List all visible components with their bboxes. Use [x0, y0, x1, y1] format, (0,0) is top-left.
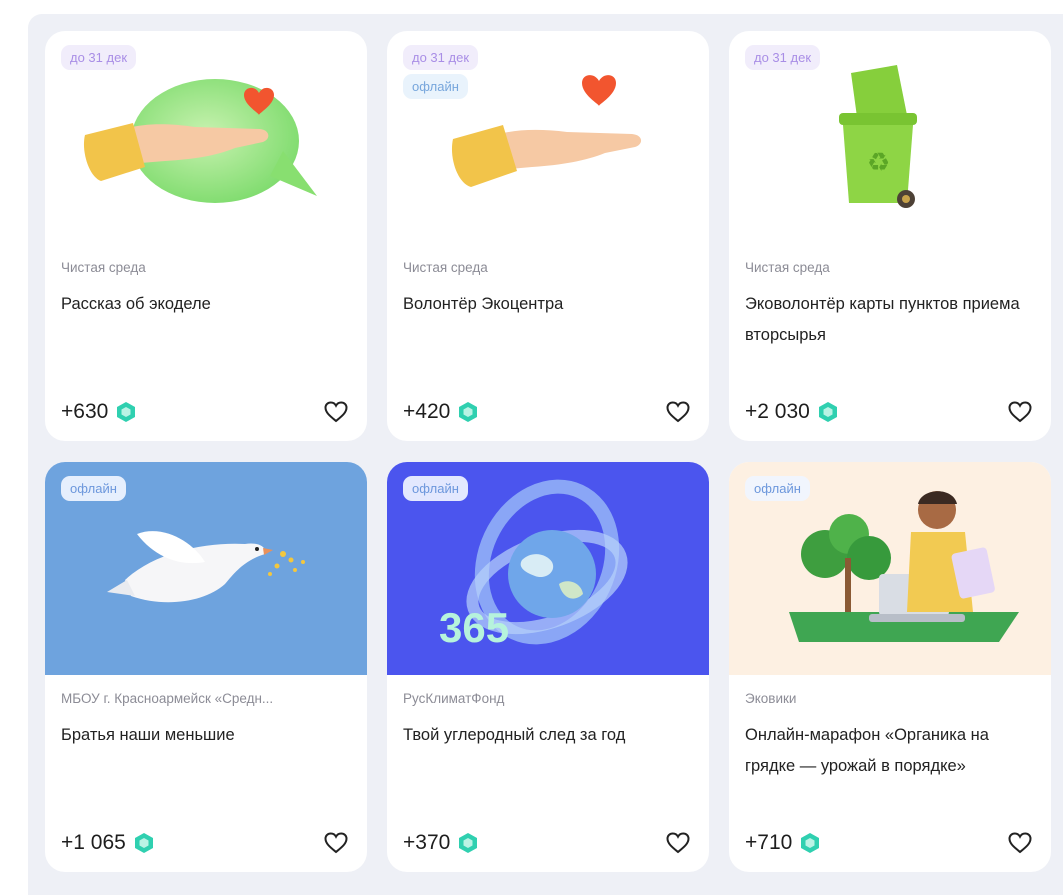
heart-favorite-icon[interactable]	[665, 830, 691, 856]
card-image: офлайн	[45, 462, 367, 675]
heart-favorite-icon[interactable]	[1007, 399, 1033, 425]
points-value: +710	[745, 831, 793, 854]
offline-badge: офлайн	[745, 476, 810, 501]
offline-badge: офлайн	[403, 476, 468, 501]
card-title: Рассказ об экоделе	[61, 295, 211, 313]
activity-card[interactable]: до 31 дек Чистая среда Рассказ об экодел…	[45, 31, 367, 441]
card-organization: МБОУ г. Красноармейск «Средн...	[61, 691, 274, 706]
card-points: +370	[403, 831, 479, 855]
points-value: +630	[61, 400, 109, 423]
card-title: Эковолонтёр карты пунктов приема вторсыр…	[745, 295, 1020, 344]
activity-card[interactable]: офлайн Эковики Онлайн-марафон «Органика …	[729, 462, 1051, 872]
card-image: ♻ до 31 дек	[729, 31, 1051, 244]
card-organization: Эковики	[745, 691, 797, 706]
deadline-badge: до 31 дек	[403, 45, 479, 70]
card-image: до 31 дек	[45, 31, 367, 244]
gem-icon	[117, 402, 136, 422]
activity-card[interactable]: до 31 дек офлайн Чистая среда Волонтёр Э…	[387, 31, 709, 441]
points-value: +1 065	[61, 831, 126, 854]
offline-badge: офлайн	[61, 476, 126, 501]
card-points: +2 030	[745, 400, 839, 424]
card-points: +420	[403, 400, 479, 424]
points-value: +2 030	[745, 400, 810, 423]
activity-card[interactable]: ♻ до 31 дек Чистая среда Эковолонтёр кар…	[729, 31, 1051, 441]
gem-icon	[459, 833, 478, 853]
gem-icon	[801, 833, 820, 853]
offline-badge: офлайн	[403, 74, 468, 99]
gem-icon	[134, 833, 153, 853]
deadline-badge: до 31 дек	[61, 45, 137, 70]
heart-favorite-icon[interactable]	[1007, 830, 1033, 856]
svg-text:♻: ♻	[867, 148, 890, 178]
gem-icon	[459, 402, 478, 422]
card-points: +630	[61, 400, 137, 424]
heart-favorite-icon[interactable]	[323, 399, 349, 425]
card-points: +710	[745, 831, 821, 855]
card-organization: РусКлиматФонд	[403, 691, 505, 706]
image-365-text: 365	[439, 604, 509, 651]
card-image: до 31 дек офлайн	[387, 31, 709, 244]
card-title: Братья наши меньшие	[61, 726, 235, 744]
card-title: Твой углеродный след за год	[403, 726, 626, 744]
card-organization: Чистая среда	[61, 260, 146, 275]
points-value: +370	[403, 831, 451, 854]
heart-favorite-icon[interactable]	[665, 399, 691, 425]
card-organization: Чистая среда	[403, 260, 488, 275]
card-image: 365 офлайн	[387, 462, 709, 675]
card-organization: Чистая среда	[745, 260, 830, 275]
activity-card[interactable]: офлайн МБОУ г. Красноармейск «Средн... Б…	[45, 462, 367, 872]
heart-favorite-icon[interactable]	[323, 830, 349, 856]
activity-card[interactable]: 365 офлайн РусКлиматФонд Твой углеродный…	[387, 462, 709, 872]
points-value: +420	[403, 400, 451, 423]
card-points: +1 065	[61, 831, 155, 855]
deadline-badge: до 31 дек	[745, 45, 821, 70]
card-image: офлайн	[729, 462, 1051, 675]
activity-cards-grid: до 31 дек Чистая среда Рассказ об экодел…	[45, 31, 1051, 872]
card-title: Онлайн-марафон «Органика на грядке — уро…	[745, 726, 989, 775]
gem-icon	[818, 402, 837, 422]
card-title: Волонтёр Экоцентра	[403, 295, 564, 313]
